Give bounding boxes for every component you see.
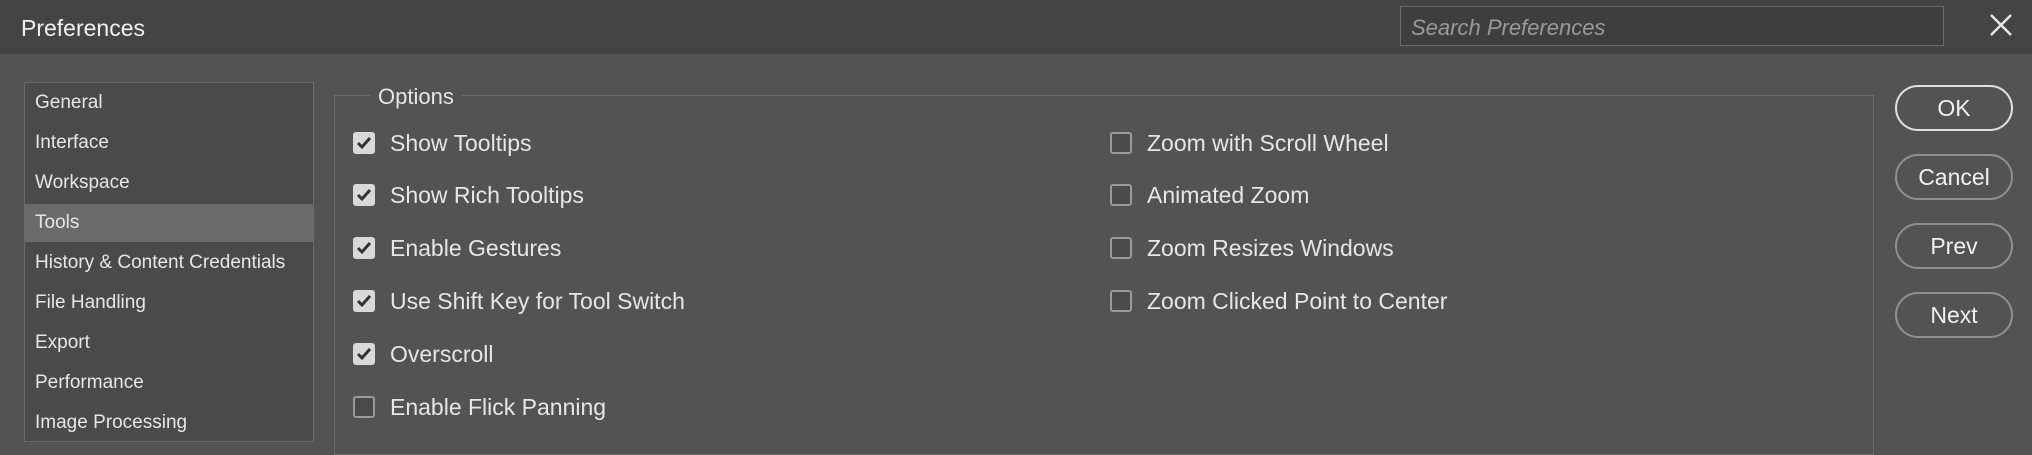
option-label: Zoom Clicked Point to Center <box>1147 287 1448 314</box>
option-enable-flick-panning[interactable]: Enable Flick Panning <box>353 391 606 423</box>
option-shift-key-tool-switch[interactable]: Use Shift Key for Tool Switch <box>353 285 685 317</box>
cancel-button[interactable]: Cancel <box>1895 154 2013 200</box>
title-bar: Preferences Search Preferences <box>0 0 2032 54</box>
search-input[interactable]: Search Preferences <box>1400 6 1944 46</box>
sidebar-item-general[interactable]: General <box>25 84 313 122</box>
sidebar-item-image-processing[interactable]: Image Processing <box>25 404 313 442</box>
option-enable-gestures[interactable]: Enable Gestures <box>353 232 561 264</box>
checkbox-checked[interactable] <box>353 290 375 312</box>
sidebar-item-export[interactable]: Export <box>25 324 313 362</box>
close-icon[interactable] <box>1986 10 2016 40</box>
option-animated-zoom[interactable]: Animated Zoom <box>1110 179 1309 211</box>
option-label: Show Tooltips <box>390 129 532 156</box>
option-label: Use Shift Key for Tool Switch <box>390 287 685 314</box>
checkbox-unchecked[interactable] <box>1110 290 1132 312</box>
prev-button[interactable]: Prev <box>1895 223 2013 269</box>
sidebar-item-workspace[interactable]: Workspace <box>25 164 313 202</box>
category-sidebar: General Interface Workspace Tools Histor… <box>24 82 314 442</box>
option-zoom-resizes-windows[interactable]: Zoom Resizes Windows <box>1110 232 1394 264</box>
option-label: Zoom with Scroll Wheel <box>1147 129 1389 156</box>
sidebar-item-tools[interactable]: Tools <box>25 204 313 242</box>
checkbox-checked[interactable] <box>353 132 375 154</box>
option-label: Animated Zoom <box>1147 181 1310 208</box>
checkbox-checked[interactable] <box>353 237 375 259</box>
ok-button[interactable]: OK <box>1895 85 2013 131</box>
option-show-rich-tooltips[interactable]: Show Rich Tooltips <box>353 179 584 211</box>
options-legend: Options <box>370 84 462 110</box>
sidebar-item-interface[interactable]: Interface <box>25 124 313 162</box>
window-title: Preferences <box>21 15 146 41</box>
checkbox-unchecked[interactable] <box>353 396 375 418</box>
next-button[interactable]: Next <box>1895 292 2013 338</box>
option-label: Zoom Resizes Windows <box>1147 234 1394 261</box>
option-label: Enable Flick Panning <box>390 393 607 420</box>
checkbox-checked[interactable] <box>353 184 375 206</box>
option-zoom-clicked-point-center[interactable]: Zoom Clicked Point to Center <box>1110 285 1447 317</box>
sidebar-item-file-handling[interactable]: File Handling <box>25 284 313 322</box>
option-zoom-scroll-wheel[interactable]: Zoom with Scroll Wheel <box>1110 127 1389 159</box>
option-overscroll[interactable]: Overscroll <box>353 338 494 370</box>
checkbox-unchecked[interactable] <box>1110 237 1132 259</box>
sidebar-item-history[interactable]: History & Content Credentials <box>25 244 313 282</box>
option-label: Show Rich Tooltips <box>390 181 584 208</box>
checkbox-unchecked[interactable] <box>1110 184 1132 206</box>
option-label: Enable Gestures <box>390 234 562 261</box>
checkbox-unchecked[interactable] <box>1110 132 1132 154</box>
sidebar-item-performance[interactable]: Performance <box>25 364 313 402</box>
option-label: Overscroll <box>390 340 494 367</box>
checkbox-checked[interactable] <box>353 343 375 365</box>
option-show-tooltips[interactable]: Show Tooltips <box>353 127 532 159</box>
